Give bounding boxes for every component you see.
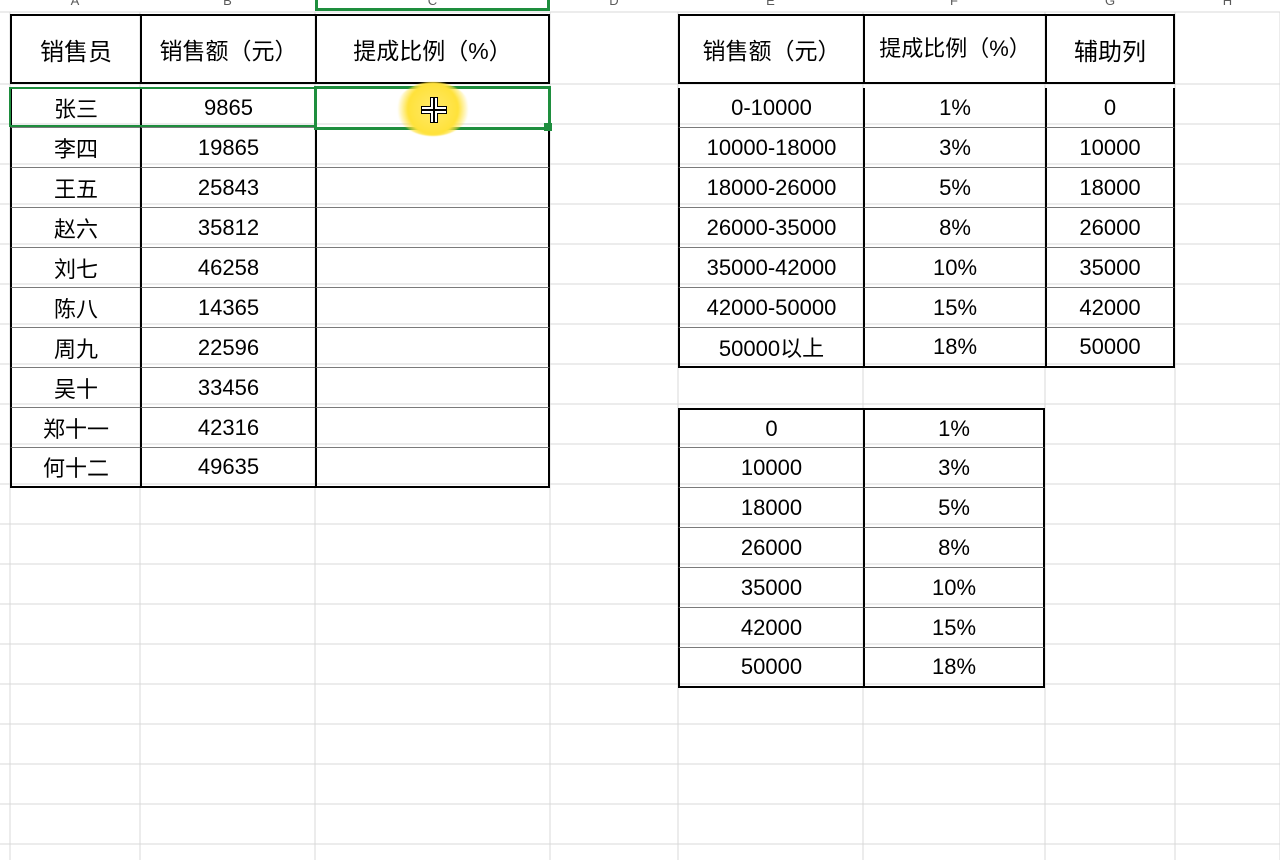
table-row-name[interactable]: 郑十一 bbox=[10, 408, 140, 448]
lookup-row-value[interactable]: 26000 bbox=[678, 528, 863, 568]
table-row-name[interactable]: 刘七 bbox=[10, 248, 140, 288]
table-row-rate[interactable] bbox=[315, 88, 550, 128]
lookup-row-value[interactable]: 42000 bbox=[678, 608, 863, 648]
table-row-name[interactable]: 吴十 bbox=[10, 368, 140, 408]
hdr-rate[interactable]: 提成比例（%） bbox=[863, 14, 1045, 84]
table-row-name[interactable]: 王五 bbox=[10, 168, 140, 208]
rate-row-aux[interactable]: 35000 bbox=[1045, 248, 1175, 288]
col-header-G[interactable]: G bbox=[1045, 0, 1175, 12]
rate-row-rate[interactable]: 1% bbox=[863, 88, 1045, 128]
rate-row-aux[interactable]: 26000 bbox=[1045, 208, 1175, 248]
hdr-commission-rate[interactable]: 提成比例（%） bbox=[315, 14, 550, 84]
lookup-row-rate[interactable]: 1% bbox=[863, 408, 1045, 448]
lookup-row-rate[interactable]: 8% bbox=[863, 528, 1045, 568]
table-row-sales[interactable]: 35812 bbox=[140, 208, 315, 248]
rate-row-rate[interactable]: 18% bbox=[863, 328, 1045, 368]
table-row-sales[interactable]: 14365 bbox=[140, 288, 315, 328]
table-row-rate[interactable] bbox=[315, 288, 550, 328]
lookup-row-rate[interactable]: 18% bbox=[863, 648, 1045, 688]
rate-row-range[interactable]: 35000-42000 bbox=[678, 248, 863, 288]
lookup-row-value[interactable]: 35000 bbox=[678, 568, 863, 608]
lookup-row-rate[interactable]: 15% bbox=[863, 608, 1045, 648]
table-row-name[interactable]: 何十二 bbox=[10, 448, 140, 488]
rate-row-range[interactable]: 10000-18000 bbox=[678, 128, 863, 168]
table-row-sales[interactable]: 22596 bbox=[140, 328, 315, 368]
table-row-name[interactable]: 赵六 bbox=[10, 208, 140, 248]
table-row-rate[interactable] bbox=[315, 328, 550, 368]
table-row-sales[interactable]: 42316 bbox=[140, 408, 315, 448]
table-row-sales[interactable]: 33456 bbox=[140, 368, 315, 408]
hdr-salesperson[interactable]: 销售员 bbox=[10, 14, 140, 84]
rate-row-range[interactable]: 42000-50000 bbox=[678, 288, 863, 328]
table-row-rate[interactable] bbox=[315, 368, 550, 408]
table-row-rate[interactable] bbox=[315, 448, 550, 488]
table-row-sales[interactable]: 46258 bbox=[140, 248, 315, 288]
rate-row-rate[interactable]: 8% bbox=[863, 208, 1045, 248]
lookup-row-rate[interactable]: 3% bbox=[863, 448, 1045, 488]
col-header-A[interactable]: A bbox=[10, 0, 140, 12]
lookup-row-value[interactable]: 10000 bbox=[678, 448, 863, 488]
col-header-E[interactable]: E bbox=[678, 0, 863, 12]
table-row-rate[interactable] bbox=[315, 208, 550, 248]
rate-row-rate[interactable]: 3% bbox=[863, 128, 1045, 168]
rate-row-aux[interactable]: 18000 bbox=[1045, 168, 1175, 208]
rate-row-aux[interactable]: 0 bbox=[1045, 88, 1175, 128]
lookup-row-rate[interactable]: 10% bbox=[863, 568, 1045, 608]
lookup-row-value[interactable]: 50000 bbox=[678, 648, 863, 688]
table-row-name[interactable]: 李四 bbox=[10, 128, 140, 168]
spreadsheet-grid[interactable]: A B C D E F G H 销售员 销售额（元） 提成比例（%） 张三986… bbox=[0, 0, 1280, 860]
table-row-rate[interactable] bbox=[315, 408, 550, 448]
rate-row-range[interactable]: 26000-35000 bbox=[678, 208, 863, 248]
table-row-rate[interactable] bbox=[315, 168, 550, 208]
rate-row-rate[interactable]: 15% bbox=[863, 288, 1045, 328]
rate-row-rate[interactable]: 10% bbox=[863, 248, 1045, 288]
rate-row-range[interactable]: 18000-26000 bbox=[678, 168, 863, 208]
table-row-sales[interactable]: 9865 bbox=[140, 88, 315, 128]
rate-row-range[interactable]: 50000以上 bbox=[678, 328, 863, 368]
rate-row-rate[interactable]: 5% bbox=[863, 168, 1045, 208]
col-header-D[interactable]: D bbox=[550, 0, 678, 12]
rate-row-aux[interactable]: 50000 bbox=[1045, 328, 1175, 368]
table-row-sales[interactable]: 19865 bbox=[140, 128, 315, 168]
hdr-sales-amount[interactable]: 销售额（元） bbox=[140, 14, 315, 84]
col-header-H[interactable]: H bbox=[1175, 0, 1280, 12]
col-header-B[interactable]: B bbox=[140, 0, 315, 12]
rate-row-range[interactable]: 0-10000 bbox=[678, 88, 863, 128]
hdr-aux[interactable]: 辅助列 bbox=[1045, 14, 1175, 84]
table-row-sales[interactable]: 25843 bbox=[140, 168, 315, 208]
table-row-rate[interactable] bbox=[315, 248, 550, 288]
table-row-name[interactable]: 周九 bbox=[10, 328, 140, 368]
lookup-row-value[interactable]: 0 bbox=[678, 408, 863, 448]
table-row-name[interactable]: 陈八 bbox=[10, 288, 140, 328]
lookup-row-value[interactable]: 18000 bbox=[678, 488, 863, 528]
table-row-sales[interactable]: 49635 bbox=[140, 448, 315, 488]
col-header-active-highlight bbox=[315, 0, 550, 11]
rate-row-aux[interactable]: 10000 bbox=[1045, 128, 1175, 168]
table-row-rate[interactable] bbox=[315, 128, 550, 168]
table-row-name[interactable]: 张三 bbox=[10, 88, 140, 128]
rate-row-aux[interactable]: 42000 bbox=[1045, 288, 1175, 328]
col-header-F[interactable]: F bbox=[863, 0, 1045, 12]
hdr-range[interactable]: 销售额（元） bbox=[678, 14, 863, 84]
lookup-row-rate[interactable]: 5% bbox=[863, 488, 1045, 528]
